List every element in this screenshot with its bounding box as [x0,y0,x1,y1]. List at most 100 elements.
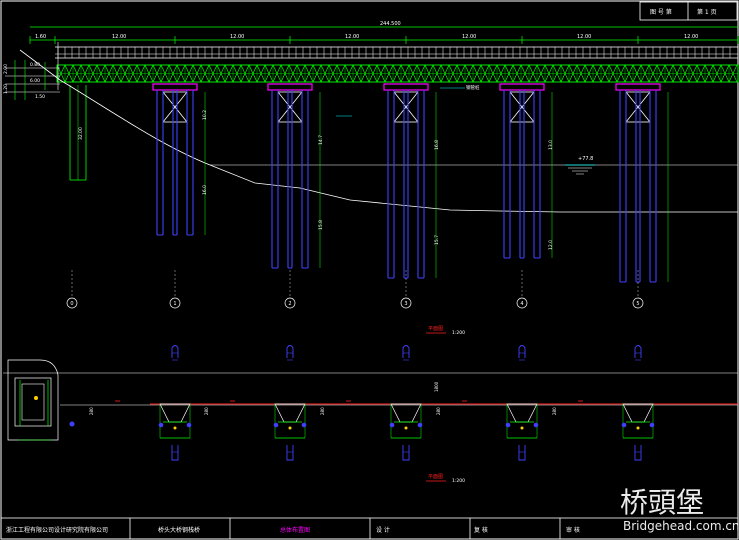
watermark: 桥頭堡 Bridgehead.com.cn [620,486,739,533]
plan-pier-bracket [286,445,294,461]
side-label: 0.80 [30,62,40,68]
span-label: 1.60 [35,34,46,40]
span-label: 12.00 [462,34,476,40]
plan-pier-bracket [402,345,410,358]
pile-length-label: 14.7 [318,135,324,145]
plan-pile-dot [301,422,307,428]
pier-cap [615,83,661,91]
callout-label: 钢管桩 [466,84,480,91]
review-label: 复 核 [474,526,488,534]
plan-dimension-label: 280 [436,407,441,415]
plan-pier [115,345,192,461]
pier [383,83,437,279]
project-name: 桥头大桥钢栈桥 [158,526,200,534]
sheet-top-right-text: 第 1 页 [697,8,717,16]
plan-pier-bracket [634,345,642,358]
pier [499,83,553,259]
water-level-label: +77.8 [578,156,593,162]
ground-profile-line [19,49,738,213]
plan-pier-bracket [171,445,179,461]
design-label: 设 计 [376,526,390,534]
plan-pier-cap [274,403,306,423]
pile-length-label: 15.7 [434,235,440,245]
side-label: 1.50 [35,94,45,100]
plan-pier-bracket [634,445,642,461]
plan-pile-dot [389,422,395,428]
bailey-truss [56,64,739,83]
pile-length-label: 13.0 [548,140,554,150]
axis-markers: 0 1 2 3 4 5 [66,270,644,309]
scale-2: 1:200 [452,478,465,484]
plan-pier-bracket [286,345,294,358]
plan-pier-bracket [518,345,526,358]
plan-dimension-label: 280 [204,407,209,415]
pile-length-label: 16.0 [202,185,208,195]
sheet-number-box: 图 号 第 第 1 页 [639,1,738,21]
plan-pier [230,345,307,461]
axis-label: 1 [173,301,176,307]
pile-length-label: 15.8 [318,220,324,230]
plan-dimension-label: 280 [320,407,325,415]
pier-cap [383,83,429,91]
plan-pile-dot [505,422,511,428]
plan-view: 平面图 1:200 280 280 280 280 280 1800 平面图 1… [3,326,738,484]
pier-cap [152,83,198,91]
section-title-2: 平面图 [428,474,443,480]
plan-abutment [7,359,75,441]
elevation-view: 244.500 1.60 12.00 12.00 12.00 12.00 12.… [3,21,739,309]
plan-center-dot [288,426,292,430]
plan-pier [346,345,423,461]
railing [55,46,738,59]
plan-pier-cap [506,403,538,423]
axis-label: 3 [404,301,407,307]
plan-pier [578,345,655,461]
plan-dimension-label: 1800 [434,381,439,392]
approve-label: 审 核 [566,526,580,534]
plan-pier-bracket [402,445,410,461]
watermark-url: Bridgehead.com.cn [623,519,739,533]
span-label: 12.00 [345,34,359,40]
plan-pier-cap [622,403,654,423]
axis-label: 5 [636,301,639,307]
total-length-label: 244.500 [380,21,401,27]
axis-label: 0 [70,301,73,307]
plan-pile-dot [621,422,627,428]
plan-pier-cap [390,403,422,423]
plan-dimension-label: 280 [89,407,94,415]
plan-pier-cap [159,403,191,423]
pile-length-label: 10.2 [202,110,208,120]
plan-pier [462,345,539,461]
plan-dimension-label: 280 [552,407,557,415]
water-level-marker: +77.8 [565,156,595,175]
pier-cap [267,83,313,91]
plan-pile-dot [273,422,279,428]
pile-length-label: 16.8 [434,140,440,150]
plan-center-dot [520,426,524,430]
plan-pile-dot [186,422,192,428]
plan-center-dot [173,426,177,430]
left-abutment: 2.00 1.20 0.80 6.00 1.50 32.00 [3,42,87,181]
plan-pile-dot [158,422,164,428]
scale-1: 1:200 [452,330,465,336]
axis-label: 2 [288,301,291,307]
side-label: 6.00 [30,78,40,84]
span-label: 12.00 [684,34,698,40]
span-label: 12.00 [230,34,244,40]
side-label: 2.00 [3,64,9,74]
engineering-drawing: 图 号 第 第 1 页 244.500 1.60 12.00 12.00 12.… [0,0,739,540]
pier-group [152,83,669,283]
sheet-top-left-text: 图 号 第 [650,8,672,16]
plan-pile-dot [417,422,423,428]
company-name: 浙江工程有限公司设计研究院有限公司 [6,526,108,534]
pier [615,83,669,283]
pier [267,83,321,269]
pier-cap [499,83,545,91]
plan-pier-bracket [171,345,179,358]
section-title-1: 平面图 [428,326,443,332]
watermark-chinese: 桥頭堡 [620,486,704,519]
drawing-name: 总体布置图 [280,526,310,534]
side-label: 1.20 [3,84,9,94]
plan-pile-dot [649,422,655,428]
pile-length-label: 12.0 [548,240,554,250]
span-label: 12.00 [112,34,126,40]
